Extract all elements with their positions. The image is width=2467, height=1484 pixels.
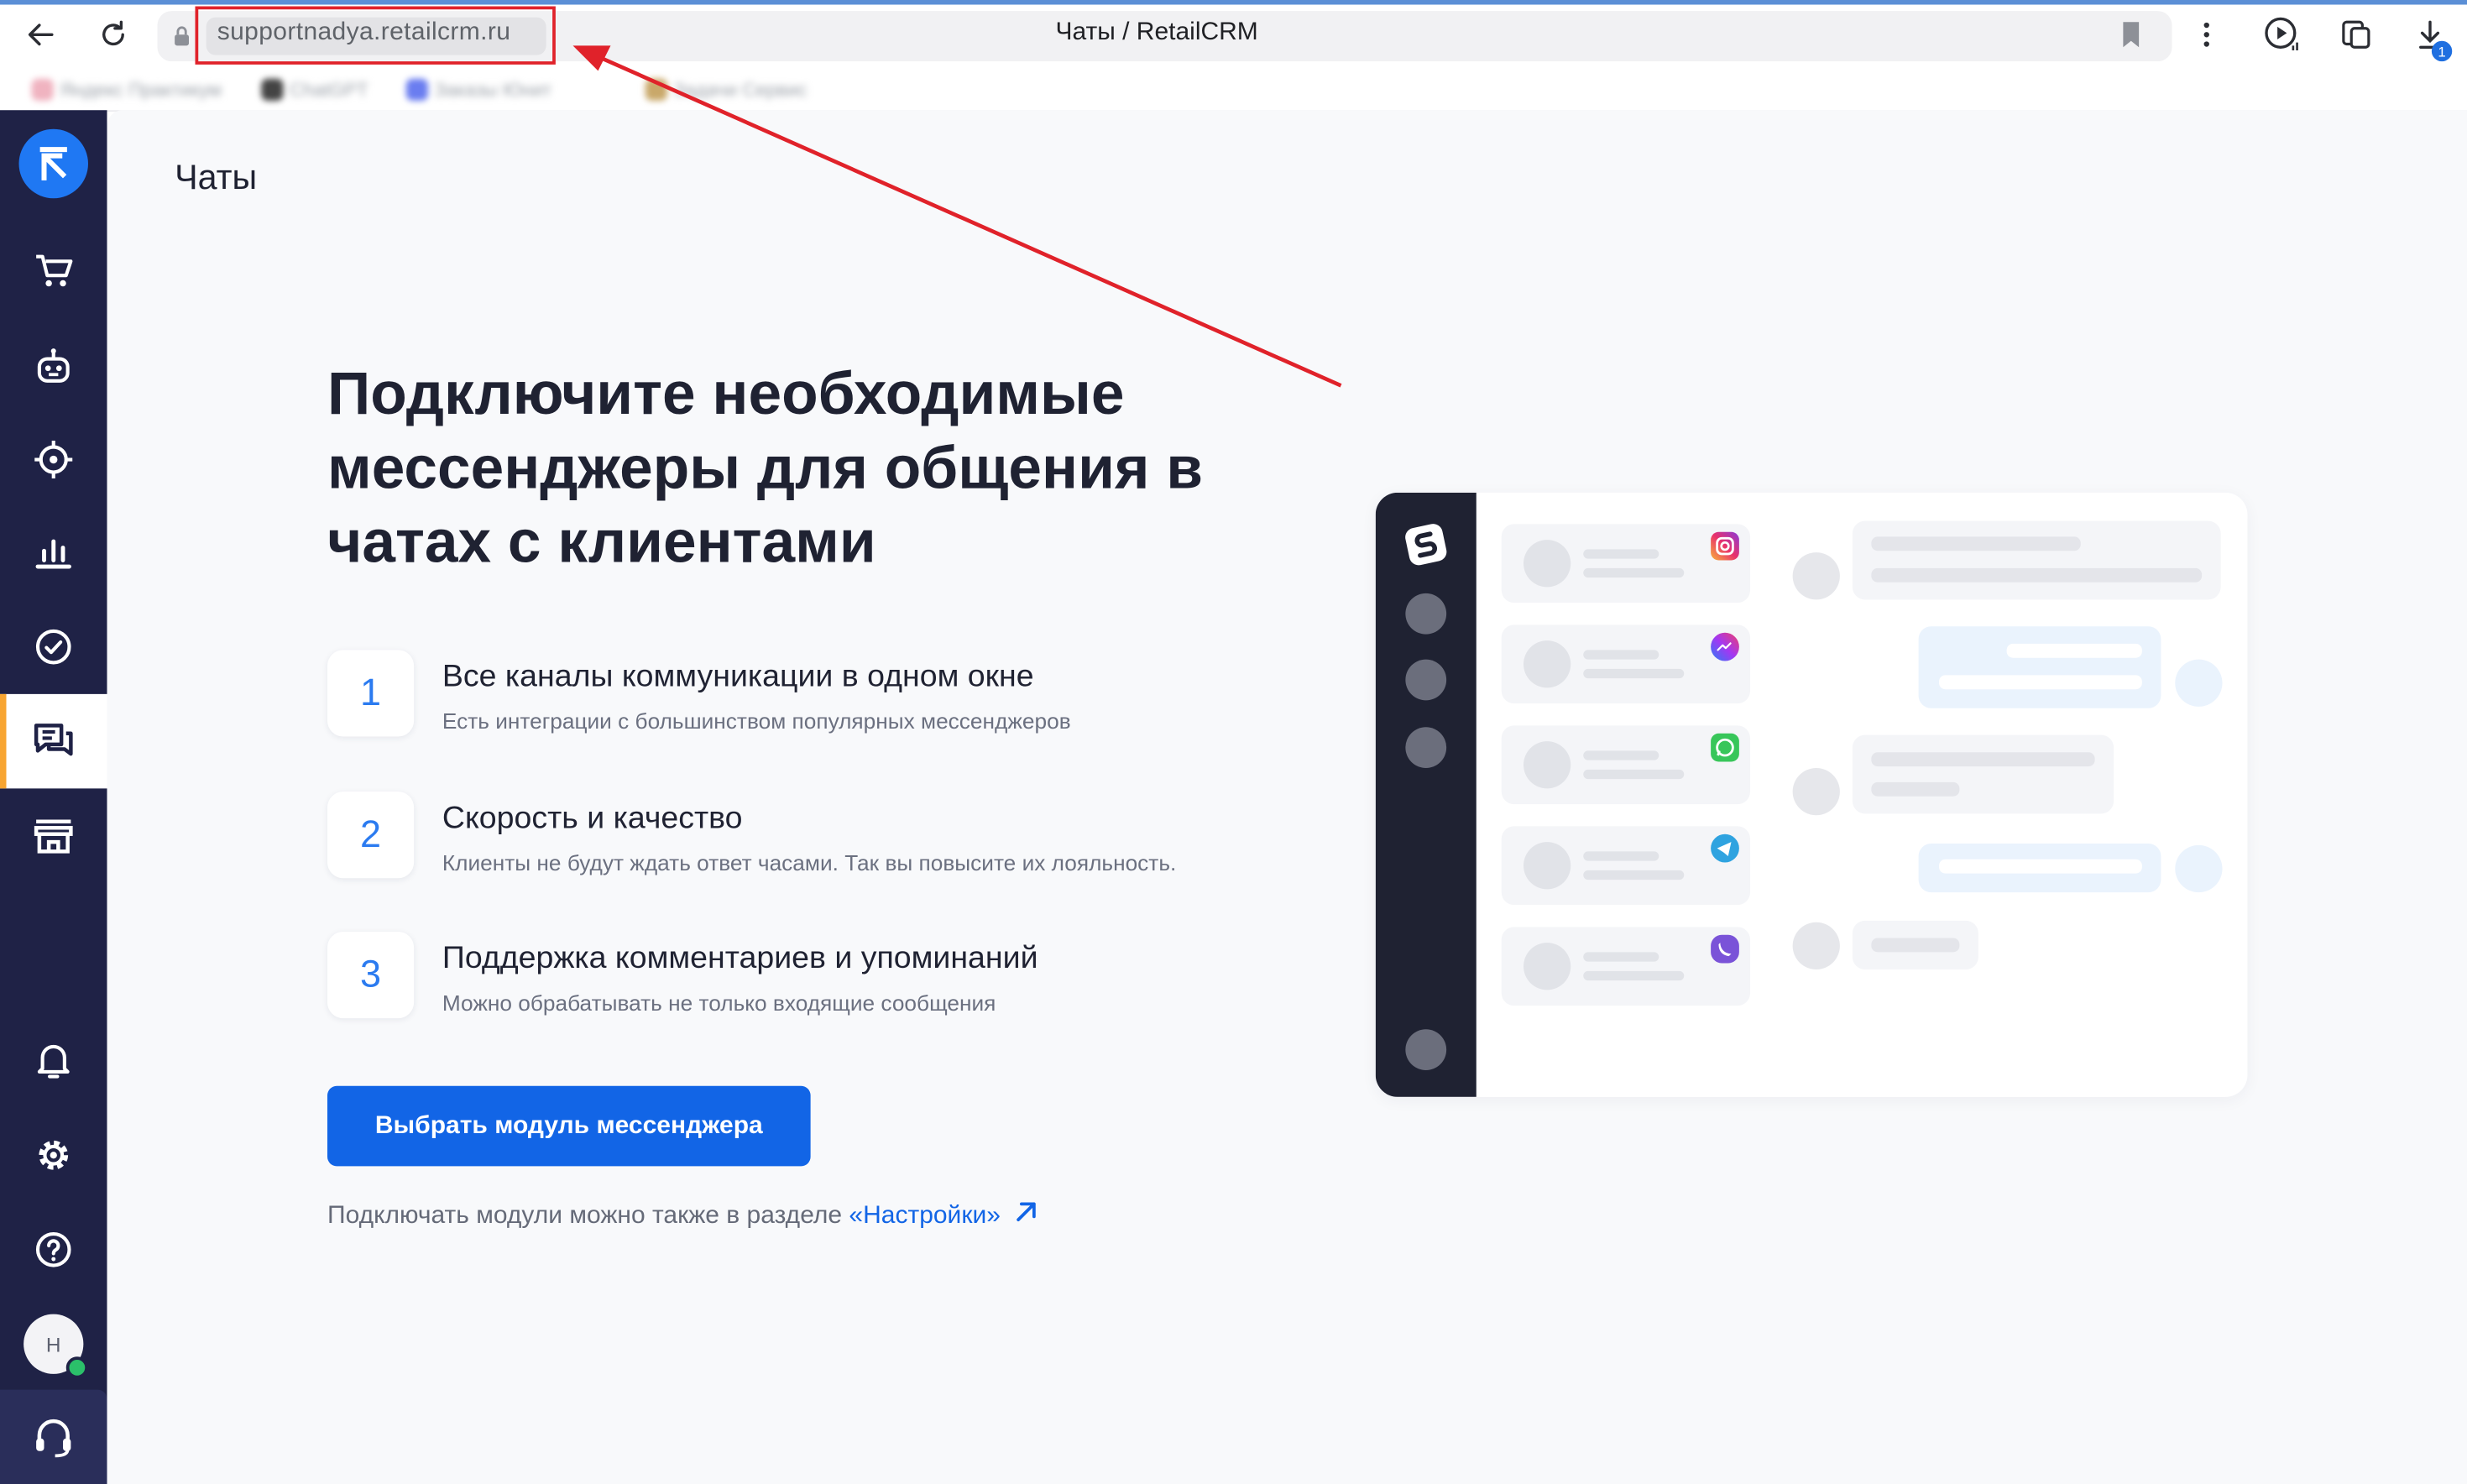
annotation-arrow-icon	[572, 45, 1342, 388]
